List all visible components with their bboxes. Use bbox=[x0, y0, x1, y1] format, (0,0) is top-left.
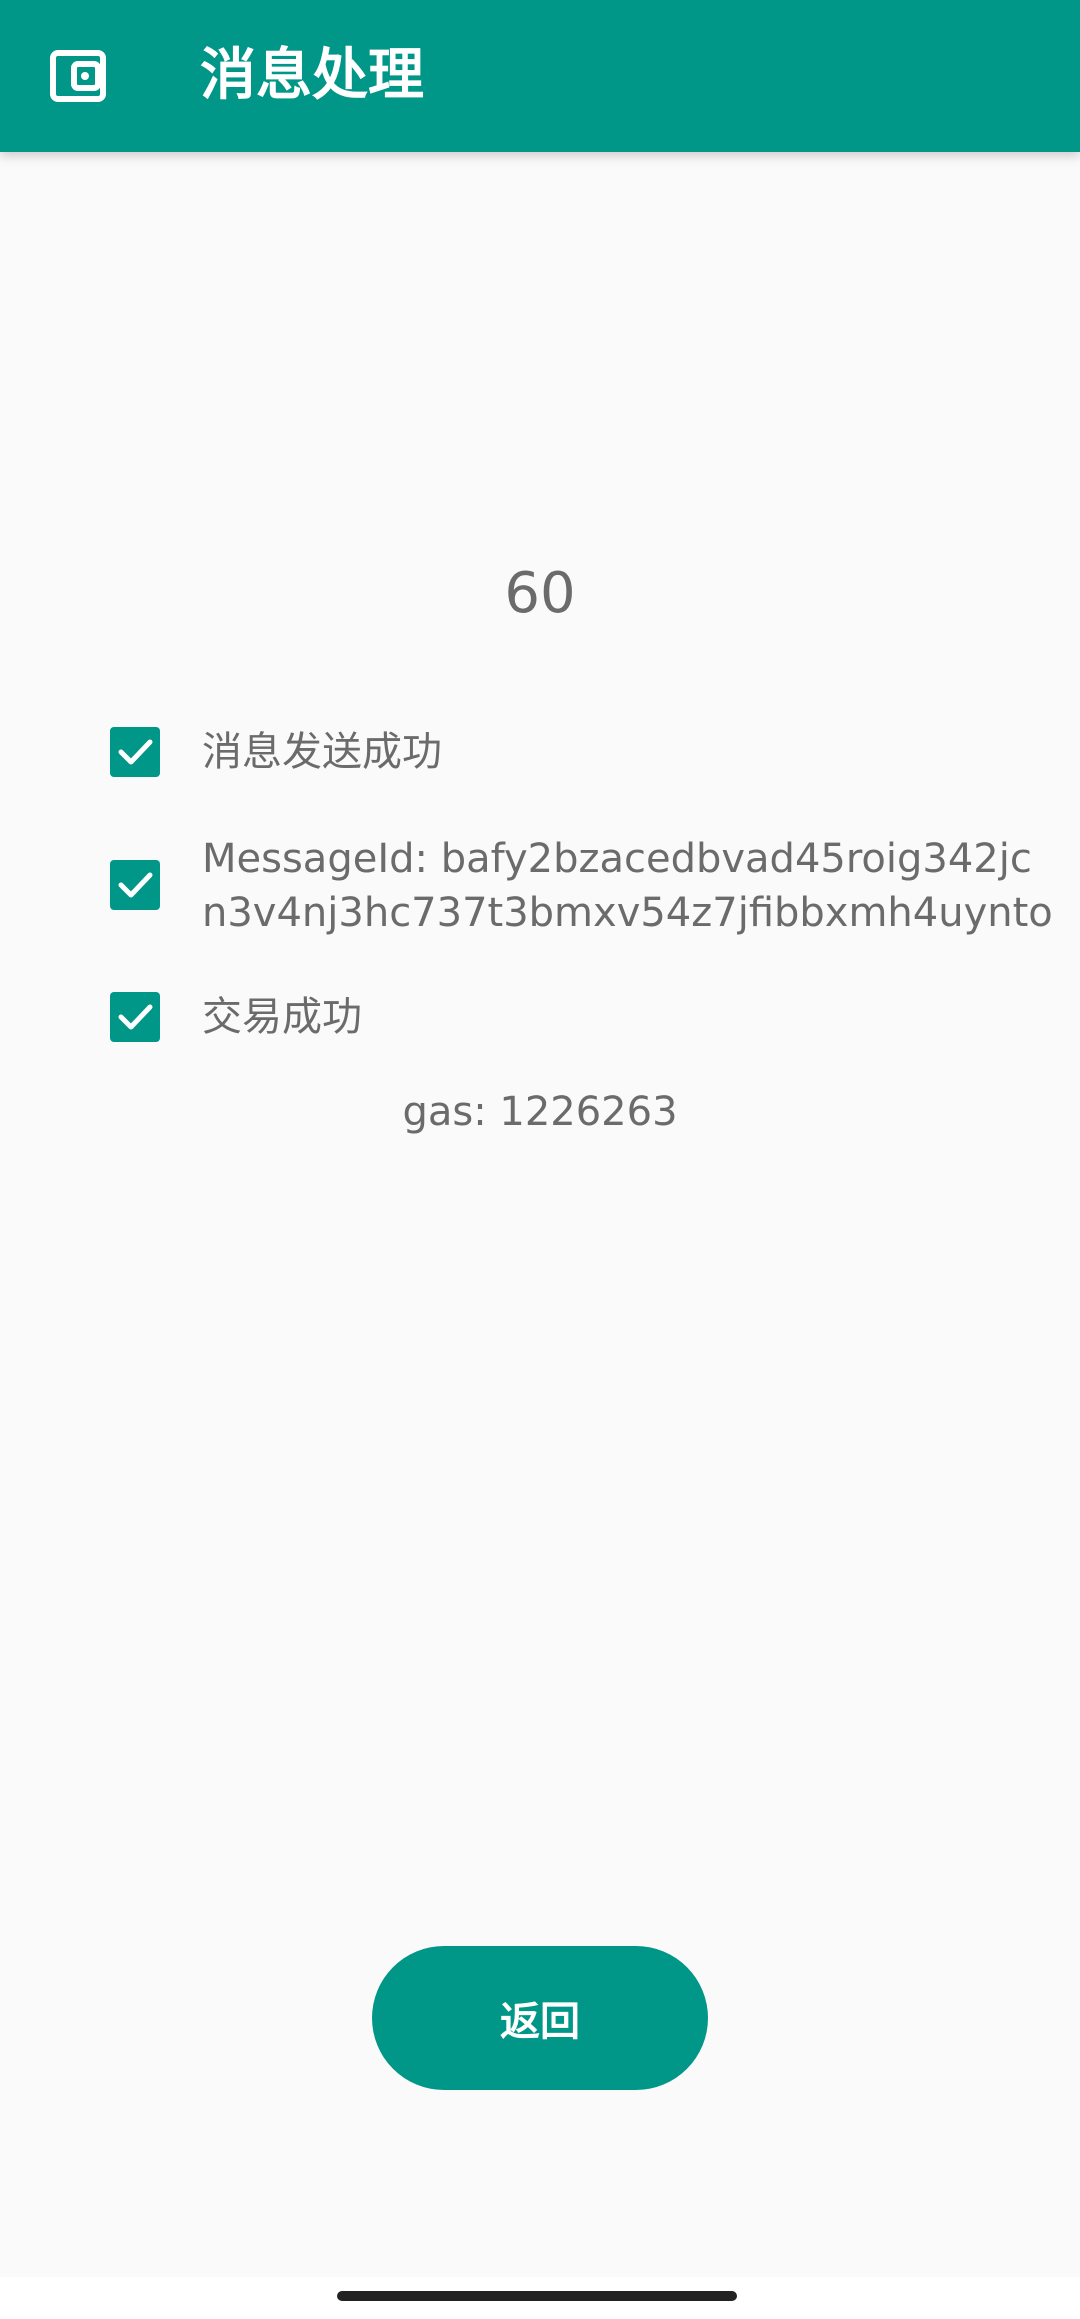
step-label: 消息发送成功 bbox=[202, 729, 442, 775]
page-title: 消息处理 bbox=[200, 43, 424, 108]
gas-value: gas: 1226263 bbox=[402, 1089, 678, 1135]
checkbox-message-id[interactable] bbox=[110, 860, 160, 910]
message-id-label: MessageId: bafy2bzacedbvad45roig342jc n3… bbox=[202, 832, 1053, 940]
checkmark-icon bbox=[118, 872, 153, 898]
checkbox-message-sent[interactable] bbox=[110, 727, 160, 777]
checkmark-icon bbox=[118, 1004, 153, 1030]
message-id-line-2: n3v4nj3hc737t3bmxv54z7jfibbxmh4uynto bbox=[202, 890, 1053, 936]
countdown-timer: 60 bbox=[504, 561, 576, 626]
home-indicator[interactable] bbox=[337, 2291, 737, 2301]
app-bar: 消息处理 bbox=[0, 0, 1080, 152]
wallet-icon[interactable] bbox=[50, 50, 106, 102]
message-id-line-1: MessageId: bafy2bzacedbvad45roig342jc bbox=[202, 836, 1032, 882]
checkmark-icon bbox=[118, 739, 153, 765]
back-button[interactable]: 返回 bbox=[372, 1946, 708, 2090]
checkbox-transaction-success[interactable] bbox=[110, 992, 160, 1042]
system-nav-bar bbox=[0, 2277, 1080, 2319]
step-label: 交易成功 bbox=[202, 994, 362, 1040]
